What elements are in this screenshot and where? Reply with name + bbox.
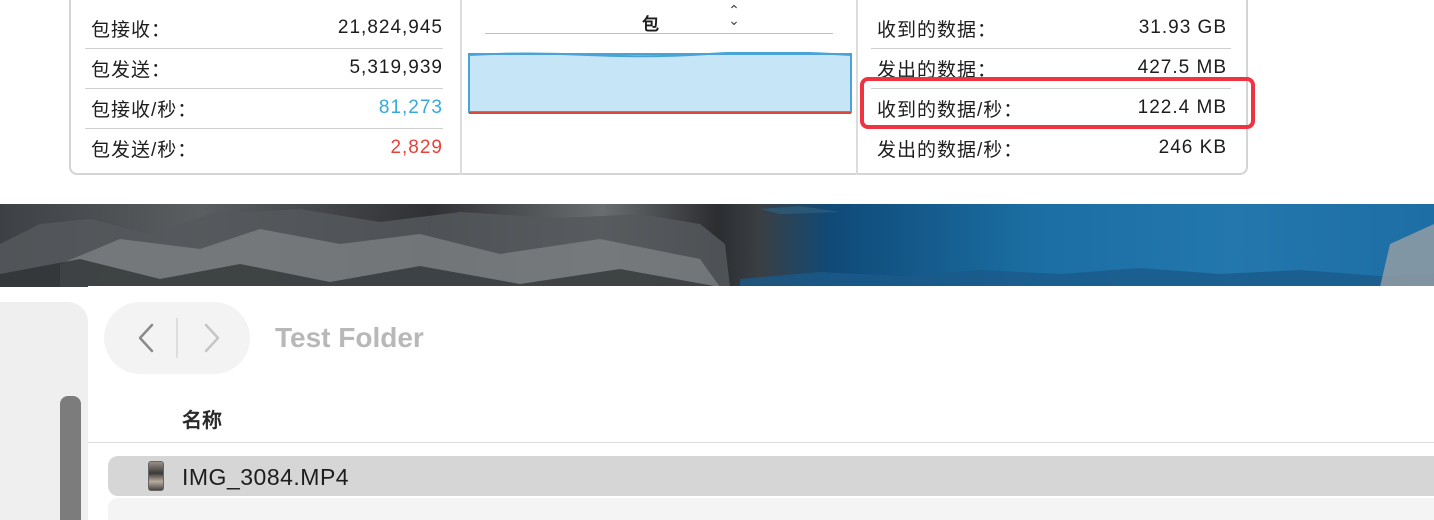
data-received-row: 收到的数据： 31.93 GB <box>877 8 1227 48</box>
data-received-value: 31.93 GB <box>1138 17 1227 38</box>
network-activity-graph <box>468 52 852 114</box>
data-sent-per-sec-value: 246 KB <box>1158 137 1227 158</box>
file-name: IMG_3084.MP4 <box>182 464 350 490</box>
empty-list-row <box>108 498 1434 520</box>
wallpaper-rocks-image <box>0 206 1434 287</box>
chevron-updown-icon: ⌃ ⌄ <box>728 2 740 28</box>
data-received-label: 收到的数据： <box>877 19 998 41</box>
packets-in-value: 21,824,945 <box>337 17 443 38</box>
header-divider <box>88 442 1434 443</box>
column-divider <box>856 0 858 175</box>
highlight-annotation-box <box>860 77 1255 129</box>
graph-mode-label: 包 <box>642 15 659 34</box>
desktop-wallpaper <box>0 204 1434 287</box>
forward-chevron-icon[interactable] <box>192 319 230 357</box>
column-divider <box>460 0 462 175</box>
packets-out-per-sec-label: 包发送/秒： <box>91 139 198 161</box>
data-sent-per-sec-label: 发出的数据/秒： <box>877 139 1024 161</box>
packets-in-per-sec-row: 包接收/秒： 81,273 <box>91 88 443 128</box>
packets-out-per-sec-value: 2,829 <box>390 137 443 158</box>
window-title: Test Folder <box>275 322 424 353</box>
packets-out-row: 包发送： 5,319,939 <box>91 48 443 88</box>
data-sent-value: 427.5 MB <box>1137 57 1227 78</box>
video-thumbnail-icon <box>148 461 164 491</box>
sidebar-scrollbar[interactable] <box>60 396 81 520</box>
packets-in-per-sec-label: 包接收/秒： <box>91 99 198 121</box>
navigation-buttons <box>104 302 250 374</box>
packets-out-label: 包发送： <box>91 59 172 81</box>
packets-in-label: 包接收： <box>91 19 172 41</box>
packets-out-per-sec-row: 包发送/秒： 2,829 <box>91 128 443 168</box>
packets-in-per-sec-value: 81,273 <box>378 97 443 118</box>
graph-mode-selector[interactable]: 包 ⌃ ⌄ <box>485 2 833 34</box>
packets-out-value: 5,319,939 <box>349 57 443 78</box>
nav-divider <box>176 318 178 358</box>
received-area <box>468 53 852 113</box>
packets-in-row: 包接收： 21,824,945 <box>91 8 443 48</box>
name-column-header[interactable]: 名称 <box>182 404 222 433</box>
data-sent-per-sec-row: 发出的数据/秒： 246 KB <box>877 128 1227 168</box>
back-chevron-icon[interactable] <box>128 319 166 357</box>
file-row-selected[interactable]: IMG_3084.MP4 <box>108 456 1434 496</box>
